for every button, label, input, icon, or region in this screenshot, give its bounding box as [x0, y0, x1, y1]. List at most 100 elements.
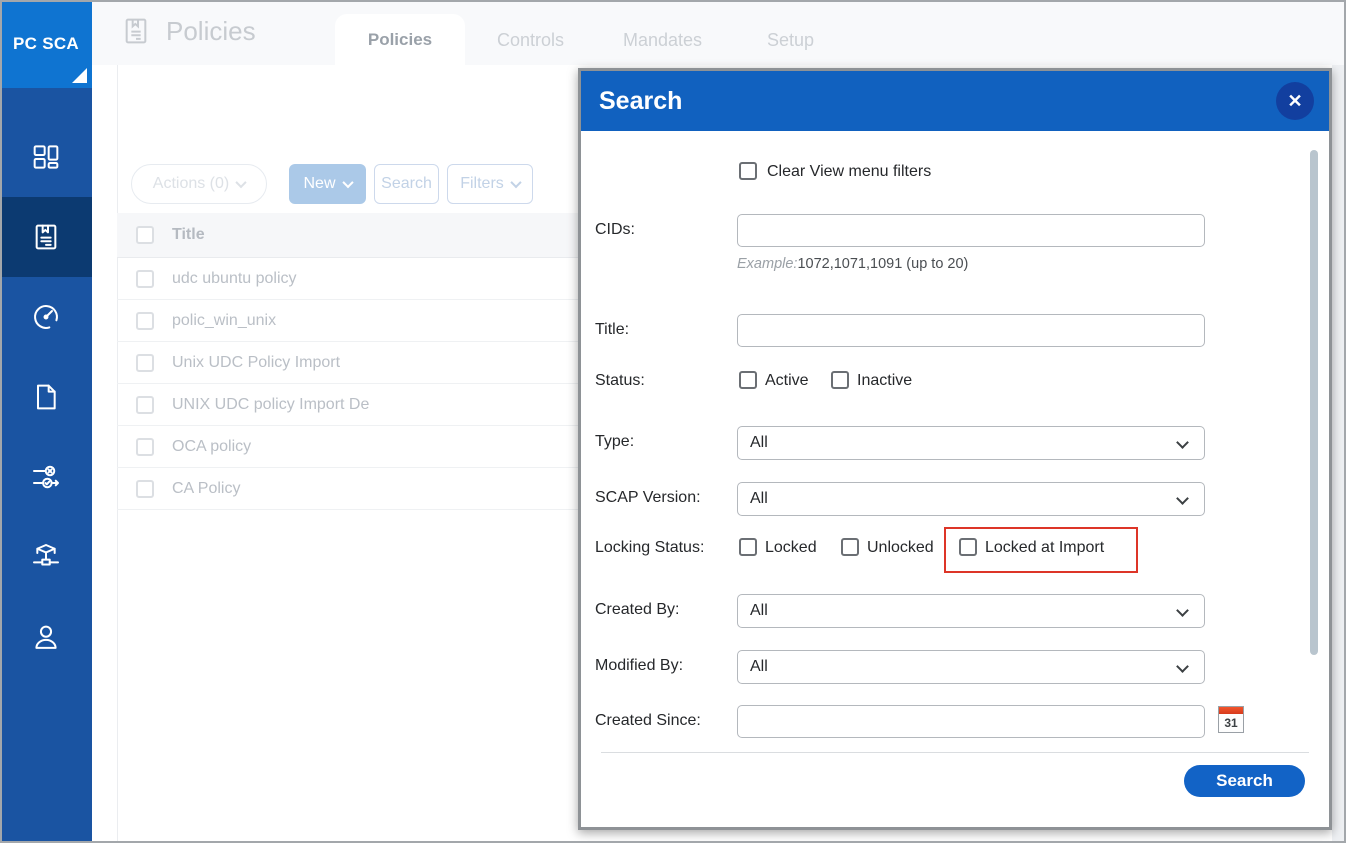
- scap-version-label: SCAP Version:: [595, 489, 701, 507]
- chevron-down-icon: [1176, 660, 1189, 673]
- dashboard-icon: [30, 141, 62, 173]
- filters-button[interactable]: Filters: [447, 164, 533, 204]
- gauge-icon: [30, 301, 62, 333]
- page-header: Policies Policies Controls Mandates Setu…: [92, 0, 1346, 65]
- sidebar-item-posture[interactable]: [0, 277, 92, 357]
- clear-view-filters-label: Clear View menu filters: [767, 163, 931, 181]
- new-button[interactable]: New: [289, 164, 366, 204]
- row-checkbox[interactable]: [136, 480, 154, 498]
- created-since-label: Created Since:: [595, 712, 701, 730]
- modified-by-label: Modified By:: [595, 657, 683, 675]
- unlocked-checkbox[interactable]: [841, 538, 859, 556]
- modified-by-select-value: All: [750, 658, 768, 676]
- chevron-down-icon: [1176, 604, 1189, 617]
- sidebar: PC SCA: [0, 0, 92, 843]
- created-by-select-value: All: [750, 602, 768, 620]
- policy-title: UNIX UDC policy Import De: [172, 396, 369, 414]
- asset-cube-icon: [30, 541, 62, 573]
- status-active-checkbox[interactable]: [739, 371, 757, 389]
- dialog-search-button-label: Search: [1216, 771, 1273, 791]
- status-active-label: Active: [765, 372, 809, 390]
- example-text: 1072,1071,1091 (up to 20): [797, 256, 968, 272]
- locked-at-import-label: Locked at Import: [985, 539, 1104, 557]
- chevron-down-icon: [510, 177, 521, 188]
- brand-corner-triangle: [72, 68, 87, 83]
- type-select[interactable]: All: [737, 426, 1205, 460]
- dialog-body: Clear View menu filters CIDs: Example:10…: [581, 131, 1329, 827]
- dialog-scrollbar-thumb[interactable]: [1310, 150, 1318, 655]
- policies-doc-icon: [120, 15, 152, 47]
- filters-button-label: Filters: [460, 175, 504, 193]
- cids-label: CIDs:: [595, 221, 635, 239]
- search-button-label: Search: [381, 175, 432, 193]
- sidebar-item-users[interactable]: [0, 597, 92, 677]
- policy-title: polic_win_unix: [172, 312, 276, 330]
- policy-title: udc ubuntu policy: [172, 270, 297, 288]
- column-header-title: Title: [172, 226, 205, 244]
- row-checkbox[interactable]: [136, 396, 154, 414]
- unlocked-label: Unlocked: [867, 539, 934, 557]
- modified-by-select[interactable]: All: [737, 650, 1205, 684]
- clear-view-filters-checkbox[interactable]: [739, 162, 757, 180]
- tab-mandates[interactable]: Mandates: [623, 14, 702, 66]
- locked-checkbox[interactable]: [739, 538, 757, 556]
- created-since-input[interactable]: [737, 705, 1205, 738]
- dialog-header: Search ✕: [581, 71, 1329, 131]
- status-inactive-label: Inactive: [857, 372, 912, 390]
- chevron-down-icon: [236, 177, 247, 188]
- exceptions-icon: [30, 461, 62, 493]
- actions-button[interactable]: Actions (0): [131, 164, 267, 204]
- sidebar-item-policies[interactable]: [0, 197, 92, 277]
- type-select-value: All: [750, 434, 768, 452]
- close-icon: ✕: [1287, 91, 1302, 112]
- calendar-icon[interactable]: 31: [1218, 706, 1244, 733]
- sidebar-item-exceptions[interactable]: [0, 437, 92, 517]
- status-label: Status:: [595, 372, 645, 390]
- new-button-label: New: [303, 175, 335, 193]
- policies-icon: [30, 221, 62, 253]
- file-icon: [30, 381, 62, 413]
- chevron-down-icon: [342, 177, 353, 188]
- row-checkbox[interactable]: [136, 270, 154, 288]
- policy-title: OCA policy: [172, 438, 251, 456]
- dialog-search-button[interactable]: Search: [1184, 765, 1305, 797]
- scap-version-select[interactable]: All: [737, 482, 1205, 516]
- row-checkbox[interactable]: [136, 354, 154, 372]
- calendar-icon-top: [1219, 707, 1243, 714]
- calendar-icon-day: 31: [1219, 714, 1243, 732]
- actions-button-label: Actions (0): [153, 175, 229, 193]
- title-label: Title:: [595, 321, 629, 339]
- sidebar-item-assets[interactable]: [0, 517, 92, 597]
- page-title: Policies: [166, 16, 256, 47]
- locked-label: Locked: [765, 539, 817, 557]
- chevron-down-icon: [1176, 492, 1189, 505]
- sidebar-nav: [0, 117, 92, 677]
- row-checkbox[interactable]: [136, 312, 154, 330]
- title-input[interactable]: [737, 314, 1205, 347]
- close-button[interactable]: ✕: [1276, 82, 1314, 120]
- select-all-checkbox[interactable]: [136, 226, 154, 244]
- locked-at-import-checkbox[interactable]: [959, 538, 977, 556]
- type-label: Type:: [595, 433, 634, 451]
- status-inactive-checkbox[interactable]: [831, 371, 849, 389]
- policy-title: Unix UDC Policy Import: [172, 354, 340, 372]
- chevron-down-icon: [1176, 436, 1189, 449]
- row-checkbox[interactable]: [136, 438, 154, 456]
- product-label: PC SCA: [13, 34, 79, 54]
- tab-policies[interactable]: Policies: [335, 14, 465, 66]
- sidebar-item-dashboard[interactable]: [0, 117, 92, 197]
- tab-controls[interactable]: Controls: [497, 14, 564, 66]
- scap-version-select-value: All: [750, 490, 768, 508]
- sidebar-item-reports[interactable]: [0, 357, 92, 437]
- created-by-select[interactable]: All: [737, 594, 1205, 628]
- product-logo[interactable]: PC SCA: [0, 0, 92, 88]
- user-icon: [30, 621, 62, 653]
- cids-input[interactable]: [737, 214, 1205, 247]
- tab-setup[interactable]: Setup: [767, 14, 814, 66]
- example-prefix: Example:: [737, 256, 797, 272]
- policy-title: CA Policy: [172, 480, 240, 498]
- search-button[interactable]: Search: [374, 164, 439, 204]
- created-by-label: Created By:: [595, 601, 679, 619]
- locking-status-label: Locking Status:: [595, 539, 704, 557]
- dialog-title: Search: [599, 71, 682, 131]
